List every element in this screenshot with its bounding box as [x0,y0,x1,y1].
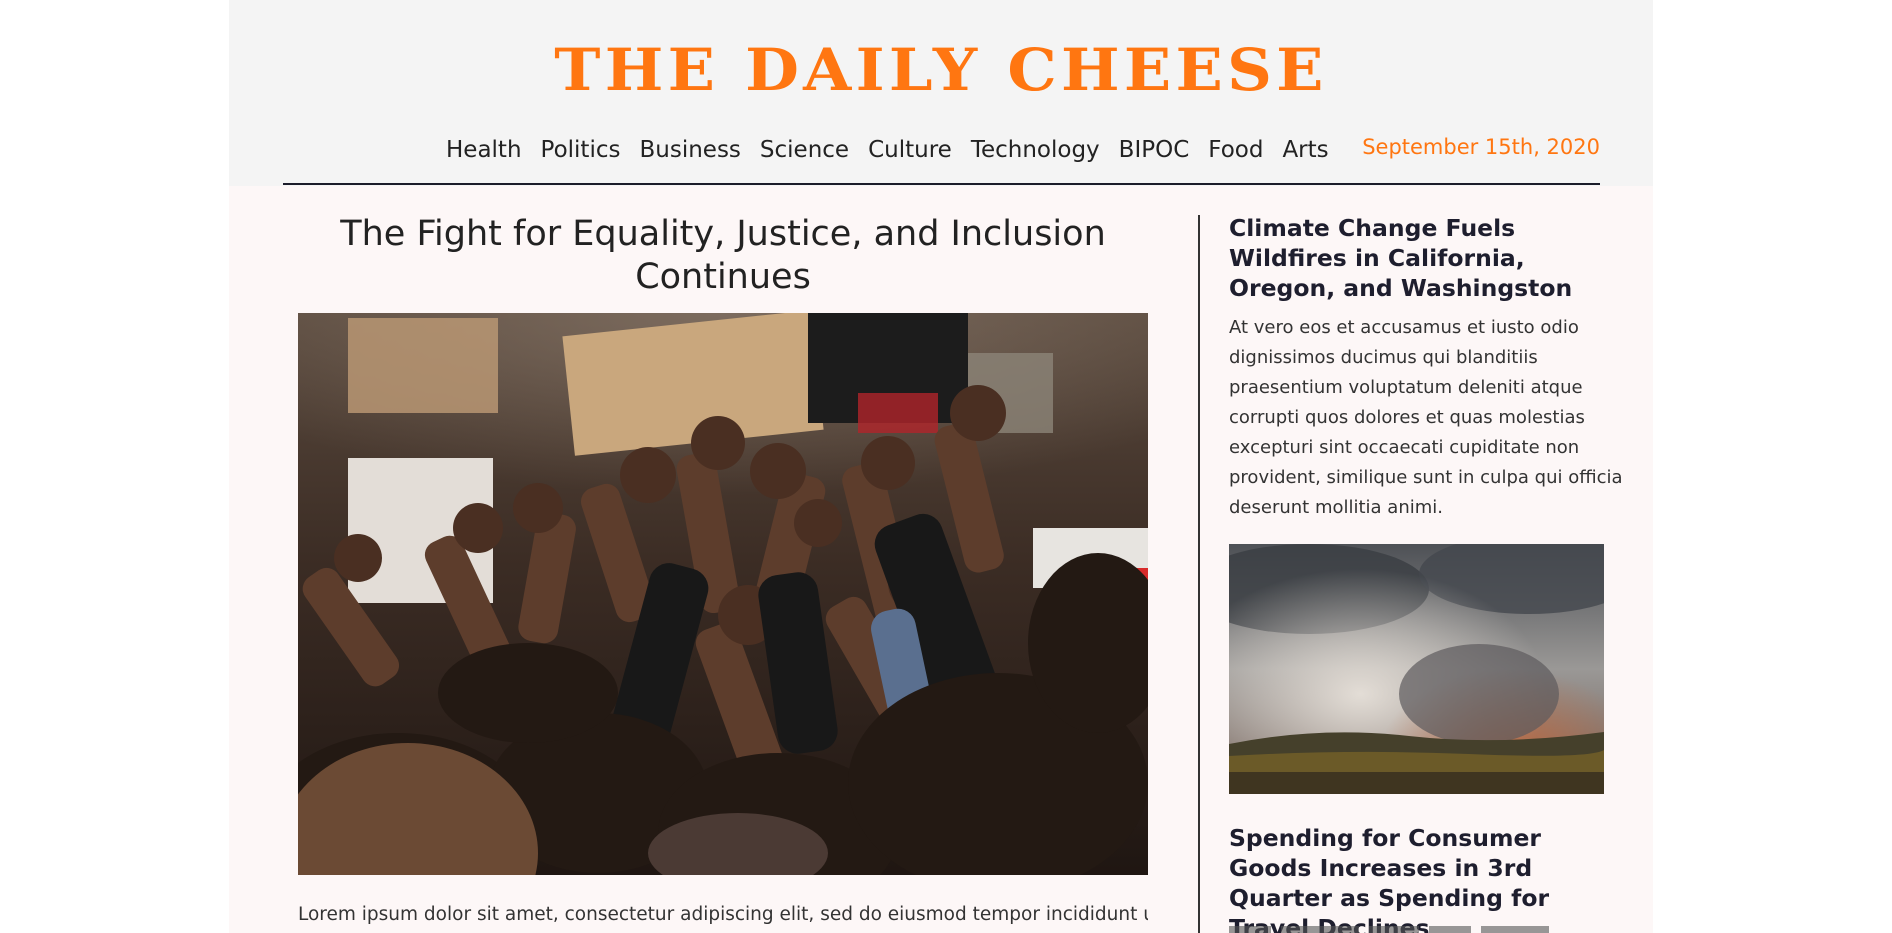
nav-item-science[interactable]: Science [760,132,849,168]
nav-item-business[interactable]: Business [639,132,740,168]
protest-photo [298,313,1148,875]
sidebar-article-1-image[interactable] [1229,544,1604,794]
nav-item-food[interactable]: Food [1208,132,1263,168]
main-article-image[interactable] [298,313,1148,875]
page: THE DAILY CHEESE Health Politics Busines… [229,0,1653,933]
header-divider [283,183,1600,185]
wildfire-photo [1229,544,1604,794]
nav-item-health[interactable]: Health [446,132,522,168]
nav-item-politics[interactable]: Politics [541,132,621,168]
main-article-lede: Lorem ipsum dolor sit amet, consectetur … [298,904,1148,925]
sidebar-article-1-title[interactable]: Climate Change Fuels Wildfires in Califo… [1229,213,1629,303]
main-article-title[interactable]: The Fight for Equality, Justice, and Inc… [298,213,1148,299]
sidebar-article-2-title[interactable]: Spending for Consumer Goods Increases in… [1229,823,1629,933]
nav-item-arts[interactable]: Arts [1282,132,1328,168]
nav-item-bipoc[interactable]: BIPOC [1119,132,1190,168]
sidebar-article-1: Climate Change Fuels Wildfires in Califo… [1229,213,1629,523]
main-nav: Health Politics Business Science Culture… [446,132,1329,168]
sidebar-article-2-body-peek [1229,926,1549,933]
sidebar-article-2: Spending for Consumer Goods Increases in… [1229,823,1629,933]
nav-item-culture[interactable]: Culture [868,132,952,168]
current-date: September 15th, 2020 [1362,135,1600,159]
masthead: THE DAILY CHEESE Health Politics Busines… [229,0,1653,186]
column-divider [1198,215,1200,933]
site-logo[interactable]: THE DAILY CHEESE [229,34,1653,106]
nav-item-technology[interactable]: Technology [971,132,1100,168]
sidebar-article-1-body: At vero eos et accusamus et iusto odio d… [1229,317,1623,518]
